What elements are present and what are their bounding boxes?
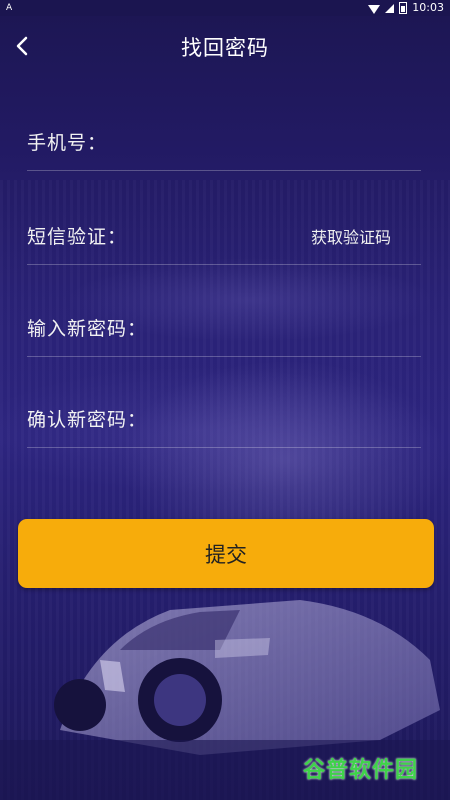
sms-code-input[interactable]: [177, 218, 291, 254]
new-password-label: 输入新密码：: [27, 318, 148, 340]
status-icons: 10:03: [368, 0, 444, 16]
wifi-icon: [368, 4, 381, 14]
get-code-button[interactable]: 获取验证码: [311, 224, 391, 248]
confirm-password-field-row[interactable]: 确认新密码：: [27, 393, 421, 448]
page-title: 找回密码: [181, 36, 269, 60]
battery-icon: [399, 2, 408, 14]
signal-icon: [385, 3, 395, 13]
submit-button[interactable]: 提交: [18, 519, 434, 588]
app-badge-icon: A: [6, 3, 13, 13]
confirm-password-input[interactable]: [177, 401, 341, 437]
confirm-password-label: 确认新密码：: [27, 409, 148, 431]
status-time: 10:03: [412, 1, 444, 14]
phone-field-row[interactable]: 手机号：: [27, 116, 421, 171]
phone-label: 手机号：: [27, 132, 108, 154]
watermark-text: 谷普软件园: [303, 758, 419, 783]
new-password-field-row[interactable]: 输入新密码：: [27, 302, 421, 357]
new-password-input[interactable]: [177, 310, 341, 346]
phone-input[interactable]: [177, 124, 341, 160]
sms-field-row[interactable]: 短信验证： 获取验证码: [27, 210, 421, 265]
status-bar: A 10:03: [0, 0, 450, 16]
watermark-logo: 谷普软件园: [303, 752, 443, 788]
header: 找回密码: [0, 16, 450, 80]
sms-code-label: 短信验证：: [27, 226, 128, 248]
background-crowd-texture: [0, 180, 450, 800]
